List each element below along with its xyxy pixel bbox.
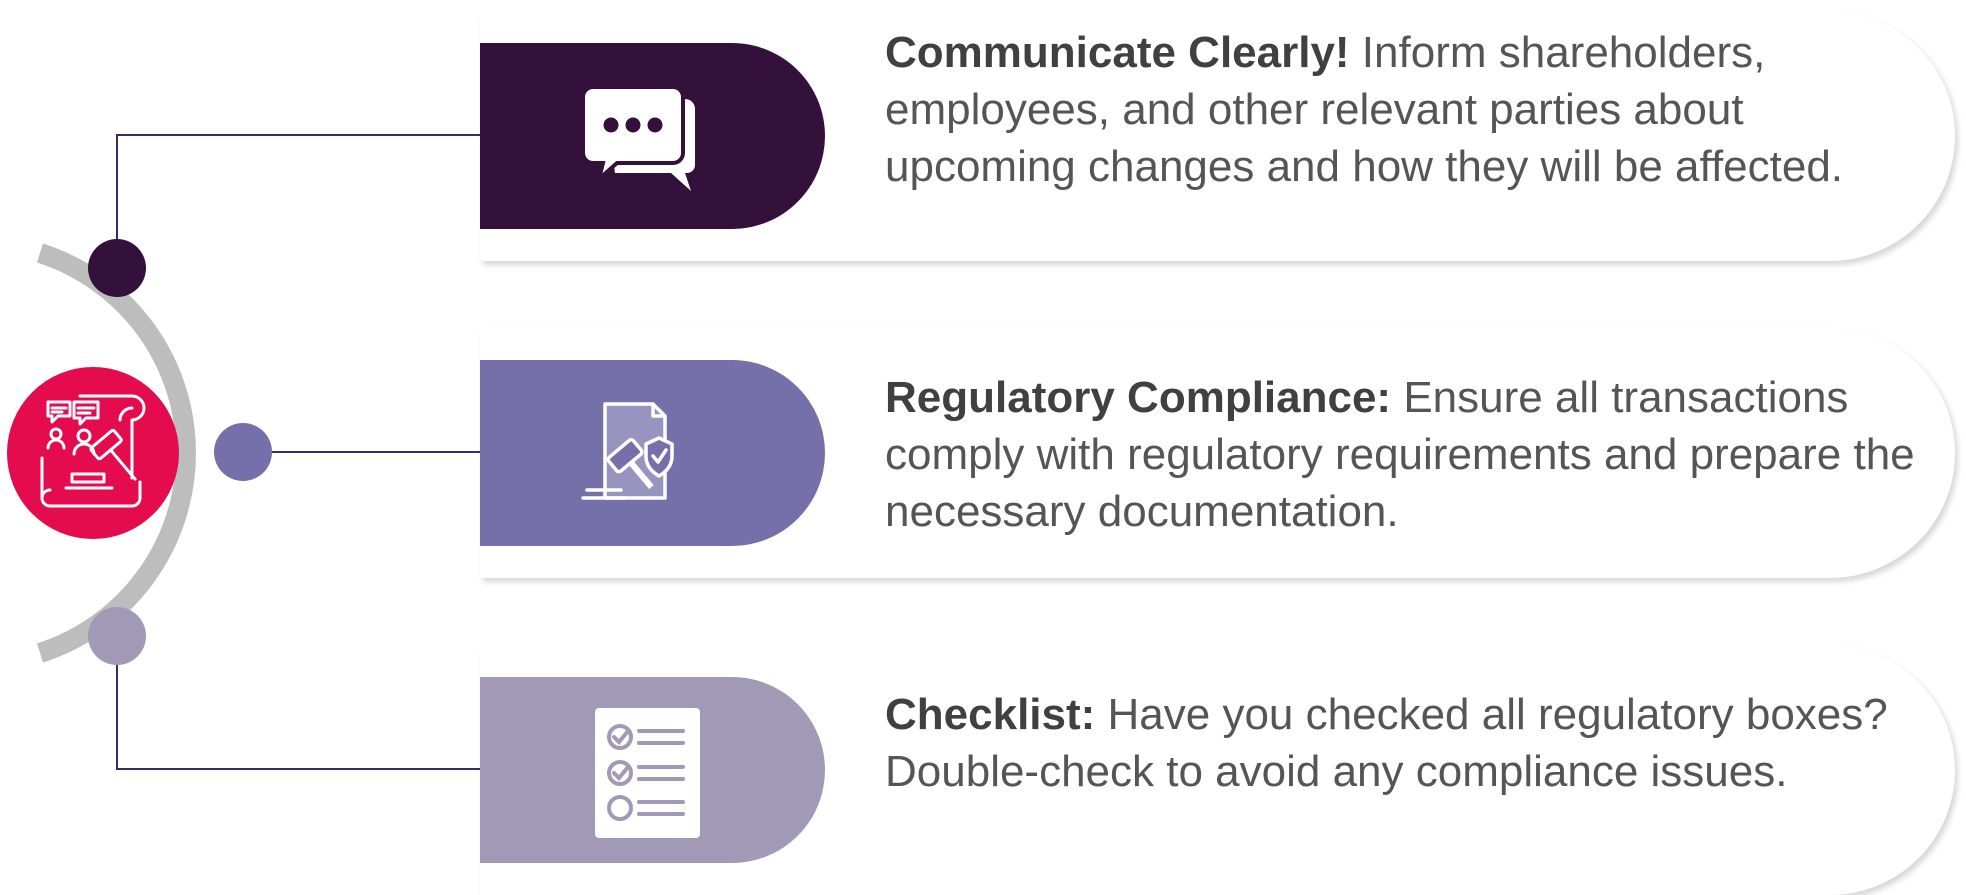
step-text-2: Regulatory Compliance: Ensure all transa… [885, 369, 1945, 540]
legal-meeting-gavel-icon [40, 394, 146, 508]
step-text-1: Communicate Clearly! Inform shareholders… [885, 24, 1945, 195]
step-text-3: Checklist: Have you checked all regulato… [885, 686, 1945, 800]
checklist-icon [595, 708, 700, 838]
step-title-3: Checklist: [885, 690, 1096, 739]
chat-bubbles-icon [581, 85, 695, 191]
document-gavel-shield-icon [581, 402, 674, 500]
diagram: Communicate Clearly! Inform shareholders… [0, 0, 1966, 895]
step-title-2: Regulatory Compliance: [885, 373, 1392, 422]
step-title-1: Communicate Clearly! [885, 28, 1350, 77]
